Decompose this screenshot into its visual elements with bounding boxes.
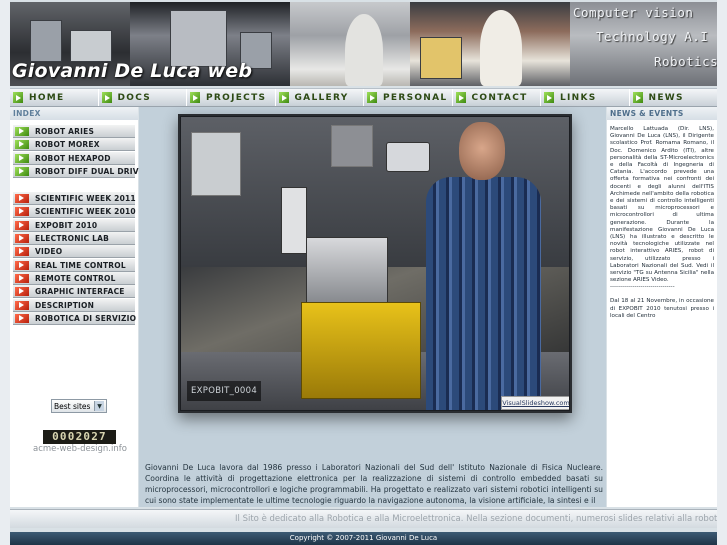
sidebar-item-label: ROBOT MOREX [35,139,100,149]
slide-caption: EXPOBIT_0004 [187,381,261,401]
footer-bar: Il Sito è dedicato alla Robotica e alla … [10,509,717,528]
banner-text-technology: Technology A.I [596,29,709,44]
arrow-icon [15,233,29,243]
nav-docs[interactable]: DOCS [99,89,187,106]
visitor-counter: 0002027 [43,430,116,444]
slideshow-image: EXPOBIT_0004 VisualSlideshow.com [181,117,569,410]
sidebar-item-scientific-week-2010[interactable]: SCIENTIFIC WEEK 2010 [13,205,136,218]
sidebar-item-robot-hexapod[interactable]: ROBOT HEXAPOD [13,152,135,165]
arrow-icon [15,260,29,270]
arrow-icon [15,300,29,310]
best-sites-label: Best sites [54,401,91,411]
sidebar-item-robot-morex[interactable]: ROBOT MOREX [13,138,135,151]
nav-links[interactable]: LINKS [541,89,630,106]
nav-news[interactable]: NEWS [630,89,718,106]
nav-label: GALLERY [294,92,349,103]
sidebar-item-robot-diff-dual-drive[interactable]: ROBOT DIFF DUAL DRIVE [13,165,144,178]
arrow-icon [190,92,200,103]
sidebar-item-label: VIDEO [35,246,63,256]
nav-label: CONTACT [471,92,528,103]
sidebar-item-video[interactable]: VIDEO [13,245,135,258]
counter-caption[interactable]: acme-web-design.info [33,444,127,454]
sidebar-item-label: ELECTRONIC LAB [35,233,110,243]
news-title: NEWS & EVENTS [607,107,717,120]
nav-label: PROJECTS [206,92,267,103]
nav-contact[interactable]: CONTACT [453,89,541,106]
main-nav: HOME DOCS PROJECTS GALLERY PERSONAL CONT… [10,88,717,107]
sidebar-item-label: ROBOTICA DI SERVIZIO [35,313,137,323]
banner-text-robotics: Robotics [654,54,717,69]
arrow-icon [15,206,29,216]
sidebar-item-label: EXPOBIT 2010 [35,220,98,230]
arrow-icon [367,92,377,103]
site-title: Giovanni De Luca web [12,60,253,82]
arrow-icon [544,92,554,103]
arrow-icon [632,92,643,103]
sidebar-item-real-time-control[interactable]: REAL TIME CONTROL [13,259,135,272]
nav-label: NEWS [648,92,684,103]
sidebar-item-expobit-2010[interactable]: EXPOBIT 2010 [13,219,135,232]
best-sites-select[interactable]: Best sites ▼ [51,399,107,413]
sidebar-item-label: REAL TIME CONTROL [35,260,126,270]
slideshow[interactable]: EXPOBIT_0004 VisualSlideshow.com [178,114,572,413]
copyright: Copyright © 2007-2011 Giovanni De Luca [10,532,717,545]
sidebar-item-label: REMOTE CONTROL [35,273,116,283]
news-panel: NEWS & EVENTS Marcello Lattuada (Dir. LN… [607,107,717,507]
banner-photo-person [290,2,410,86]
sidebar-item-label: ROBOT HEXAPOD [35,153,111,163]
arrow-icon [13,92,23,103]
nav-personal[interactable]: PERSONAL [364,89,453,106]
sidebar-item-robot-aries[interactable]: ROBOT ARIES [13,125,135,138]
footer-marquee: Il Sito è dedicato alla Robotica e alla … [235,514,717,524]
sidebar-item-label: SCIENTIFIC WEEK 2011 [35,193,136,203]
nav-label: DOCS [117,92,152,103]
main-content: EXPOBIT_0004 VisualSlideshow.com Giovann… [139,107,606,507]
chevron-down-icon: ▼ [94,401,104,411]
arrow-icon [455,92,466,103]
arrow-icon [101,92,112,103]
nav-home[interactable]: HOME [10,89,99,106]
header-banner: Giovanni De Luca web Computer vision Tec… [10,2,717,86]
slideshow-credit-link[interactable]: VisualSlideshow.com [501,396,569,410]
sidebar-item-robotica-di-servizio[interactable]: ROBOTICA DI SERVIZIO [13,312,137,325]
nav-projects[interactable]: PROJECTS [187,89,276,106]
arrow-icon [15,286,29,296]
sidebar-item-remote-control[interactable]: REMOTE CONTROL [13,272,135,285]
nav-label: LINKS [560,92,597,103]
arrow-icon [15,126,29,136]
sidebar-title: INDEX [10,107,138,120]
arrow-icon [15,273,29,283]
sidebar-item-scientific-week-2011[interactable]: SCIENTIFIC WEEK 2011 [13,192,136,205]
news-paragraph: Marcello Lattuada (Dir. LNS), Giovanni D… [610,126,714,284]
sidebar-item-label: SCIENTIFIC WEEK 2010 [35,206,136,216]
news-separator: -------------------------------- [610,284,675,291]
sidebar-item-label: ROBOT DIFF DUAL DRIVE [35,166,145,176]
banner-text-computer-vision: Computer vision [573,5,694,20]
intro-text: Giovanni De Luca lavora dal 1986 presso … [145,463,603,505]
banner-photo-presenter [410,2,570,86]
arrow-icon [15,193,29,203]
news-paragraph: Dal 18 al 21 Novembre, in occasione di E… [610,298,714,319]
nav-label: HOME [29,92,65,103]
nav-gallery[interactable]: GALLERY [276,89,364,106]
arrow-icon [15,166,29,176]
sidebar-item-description[interactable]: DESCRIPTION [13,299,135,312]
arrow-icon [15,313,29,323]
sidebar-item-label: ROBOT ARIES [35,126,95,136]
arrow-icon [15,153,29,163]
arrow-icon [15,220,29,230]
nav-label: PERSONAL [383,92,448,103]
arrow-icon [15,139,29,149]
sidebar-item-electronic-lab[interactable]: ELECTRONIC LAB [13,232,135,245]
sidebar-item-label: GRAPHIC INTERFACE [35,286,125,296]
sidebar-item-label: DESCRIPTION [35,300,95,310]
sidebar-item-graphic-interface[interactable]: GRAPHIC INTERFACE [13,285,135,298]
arrow-icon [15,246,29,256]
arrow-icon [278,92,289,103]
